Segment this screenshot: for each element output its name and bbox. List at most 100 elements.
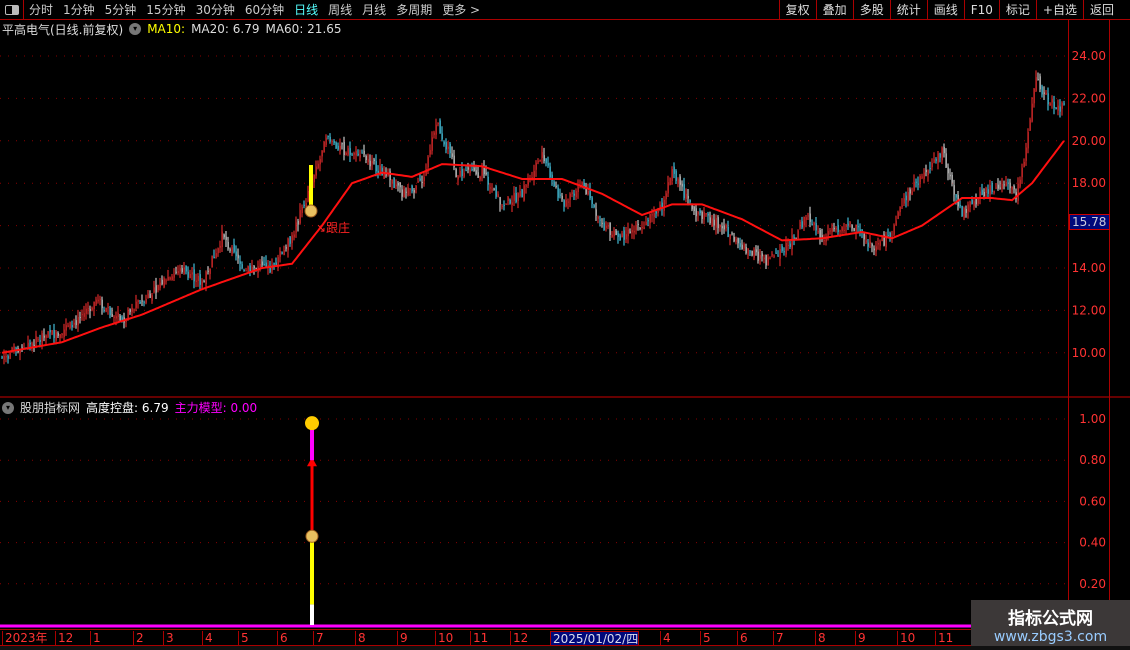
candle-body bbox=[761, 253, 763, 257]
candle-body bbox=[487, 176, 489, 185]
candle-body bbox=[995, 187, 997, 189]
candle-body bbox=[783, 251, 785, 253]
candle-body bbox=[701, 211, 703, 219]
candle-body bbox=[145, 298, 147, 303]
candle-body bbox=[299, 210, 301, 224]
candle-body bbox=[569, 193, 571, 200]
candle-body bbox=[525, 185, 527, 187]
candle-body bbox=[549, 166, 551, 178]
candle-body bbox=[887, 235, 889, 237]
candle-body bbox=[95, 299, 97, 305]
candle-body bbox=[1013, 185, 1015, 190]
candle-body bbox=[279, 251, 281, 257]
candle-body bbox=[163, 278, 165, 288]
signal-magenta bbox=[310, 425, 314, 461]
candle-body bbox=[143, 301, 145, 303]
signal-yellow bbox=[310, 532, 314, 605]
candle-body bbox=[157, 284, 159, 291]
time-label: 1 bbox=[90, 631, 101, 646]
candle-body bbox=[907, 192, 909, 203]
candle-body bbox=[573, 193, 575, 196]
signal-white bbox=[310, 604, 314, 625]
candle-body bbox=[371, 161, 373, 164]
time-label: 9 bbox=[855, 631, 866, 646]
candle-body bbox=[727, 226, 729, 237]
candle-body bbox=[1003, 184, 1005, 186]
candle-body bbox=[413, 190, 415, 193]
candle-body bbox=[809, 213, 811, 222]
candle-body bbox=[625, 234, 627, 240]
candle-body bbox=[273, 263, 275, 265]
candle-body bbox=[197, 275, 199, 282]
time-label: 12 bbox=[510, 631, 528, 646]
candle-body bbox=[959, 204, 961, 207]
side-panel bbox=[1111, 20, 1130, 626]
candle-body bbox=[923, 172, 925, 179]
candle-body bbox=[1023, 161, 1025, 167]
candle-body bbox=[63, 329, 65, 337]
candle-body bbox=[179, 268, 181, 272]
candle-body bbox=[147, 293, 149, 298]
candle-body bbox=[217, 248, 219, 254]
time-axis: 2023年 12 1 2 3 4 5 6 7 8 9 10 11 12 2025/01/02/四 4 5 6 7 8 9… bbox=[0, 629, 1068, 646]
candle-body bbox=[965, 209, 967, 213]
candle-body bbox=[989, 185, 991, 195]
candle-body bbox=[315, 166, 317, 176]
candle-body bbox=[675, 170, 677, 181]
candle-body bbox=[1057, 105, 1059, 111]
candle-body bbox=[443, 141, 445, 145]
candle-body bbox=[373, 159, 375, 161]
time-label: 11 bbox=[935, 631, 953, 646]
candle-body bbox=[335, 142, 337, 149]
candle-body bbox=[211, 255, 213, 268]
candle-body bbox=[513, 192, 515, 201]
candle-body bbox=[849, 222, 851, 224]
candle-body bbox=[405, 191, 407, 193]
candle-body bbox=[73, 322, 75, 325]
candle-body bbox=[601, 222, 603, 224]
candle-body bbox=[1041, 86, 1043, 95]
candle-body bbox=[37, 339, 39, 341]
candle-body bbox=[975, 198, 977, 205]
candle-body bbox=[67, 325, 69, 327]
candle-body bbox=[221, 231, 223, 248]
candle-body bbox=[291, 235, 293, 243]
candle-body bbox=[861, 229, 863, 232]
annotation-label: ↘跟庄 bbox=[316, 220, 350, 235]
candle-body bbox=[41, 333, 43, 346]
candle-body bbox=[773, 255, 775, 257]
candle-body bbox=[755, 249, 757, 253]
candle-body bbox=[777, 255, 779, 257]
candle-body bbox=[1005, 181, 1007, 186]
candle-body bbox=[175, 271, 177, 273]
candle-body bbox=[417, 181, 419, 183]
time-label: 5 bbox=[238, 631, 249, 646]
candle-body bbox=[127, 309, 129, 319]
candle-body bbox=[1037, 79, 1039, 81]
candle-body bbox=[729, 234, 731, 240]
price-chart[interactable]: 24.0022.0020.0018.0014.0012.0010.001.000… bbox=[0, 0, 1130, 650]
candle-body bbox=[911, 191, 913, 195]
candle-body bbox=[59, 334, 61, 338]
candle-body bbox=[369, 160, 371, 167]
candle-body bbox=[917, 183, 919, 185]
candle-body bbox=[715, 217, 717, 228]
candle-body bbox=[695, 208, 697, 217]
candle-body bbox=[741, 244, 743, 250]
candle-body bbox=[213, 256, 215, 259]
candle-body bbox=[333, 140, 335, 144]
candle-body bbox=[225, 236, 227, 240]
candle-body bbox=[1011, 186, 1013, 190]
candle-body bbox=[697, 211, 699, 215]
candle-body bbox=[623, 230, 625, 240]
candle-body bbox=[1033, 88, 1035, 104]
candle-body bbox=[827, 231, 829, 236]
candle-body bbox=[935, 159, 937, 161]
indicator-label-2: 主力模型: bbox=[174, 401, 227, 415]
candle-body bbox=[491, 189, 493, 191]
candle-body bbox=[415, 185, 417, 190]
candle-body bbox=[609, 222, 611, 235]
chevron-down-icon[interactable]: ▾ bbox=[2, 401, 14, 414]
candle-body bbox=[131, 307, 133, 312]
candle-body bbox=[539, 159, 541, 162]
